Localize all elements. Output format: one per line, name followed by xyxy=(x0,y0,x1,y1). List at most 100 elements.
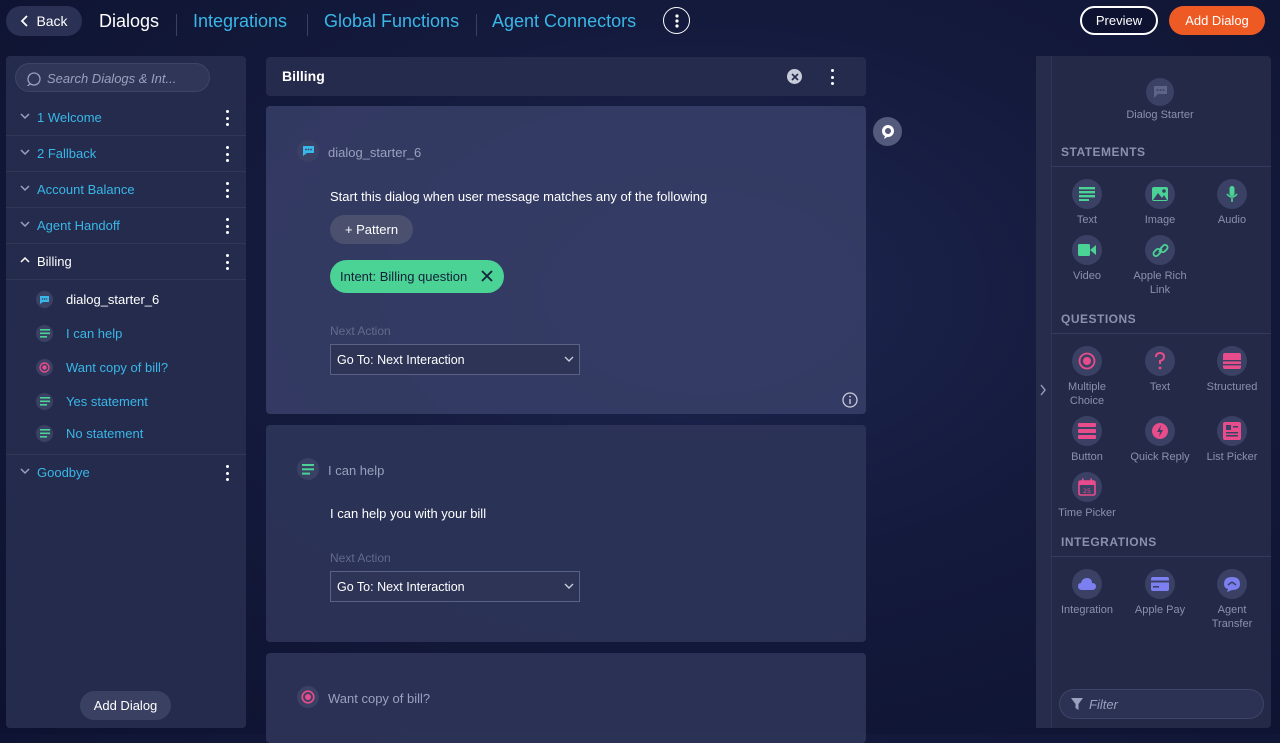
top-bar: Back Dialogs Integrations Global Functio… xyxy=(0,0,1280,42)
dialog-item-account-balance[interactable]: Account Balance xyxy=(6,172,246,208)
palette-label: Time Picker xyxy=(1058,507,1116,519)
palette-quick-reply-question[interactable]: Quick Reply xyxy=(1124,416,1196,464)
interaction-label: No statement xyxy=(66,426,144,441)
chevron-up-icon xyxy=(20,256,30,263)
palette-video-statement[interactable]: Video xyxy=(1051,235,1123,283)
text-statement-icon xyxy=(36,393,53,410)
next-action-select[interactable]: Go To: Next Interaction xyxy=(330,571,580,602)
dialog-menu-button[interactable] xyxy=(221,464,233,482)
search-icon xyxy=(27,72,41,86)
section-title-statements: STATEMENTS xyxy=(1061,145,1146,159)
dialog-item-billing[interactable]: Billing xyxy=(6,244,246,280)
back-button[interactable]: Back xyxy=(6,6,82,36)
next-action-label: Next Action xyxy=(330,551,391,565)
palette-label: Multiple Choice xyxy=(1068,381,1106,407)
cloud-icon xyxy=(1072,569,1102,599)
dialog-label: 1 Welcome xyxy=(37,110,102,125)
dialog-item-fallback[interactable]: 2 Fallback xyxy=(6,136,246,172)
dialog-item-goodbye[interactable]: Goodbye xyxy=(6,454,246,490)
dialog-menu-button[interactable] xyxy=(221,181,233,199)
dialog-kebab-button[interactable] xyxy=(829,69,835,85)
nav-divider xyxy=(307,14,308,36)
section-divider xyxy=(1051,556,1271,557)
palette-apple-pay[interactable]: Apple Pay xyxy=(1124,569,1196,617)
card-message: I can help you with your bill xyxy=(330,506,487,521)
palette-text-statement[interactable]: Text xyxy=(1051,179,1123,227)
multiple-choice-icon xyxy=(36,359,53,376)
text-statement-icon xyxy=(297,458,319,480)
palette-label: Audio xyxy=(1217,214,1247,226)
search-dialogs-input[interactable]: Search Dialogs & Int... xyxy=(15,63,210,92)
palette-label: Button xyxy=(1071,451,1103,463)
interaction-card-want-copy-of-bill[interactable]: Want copy of bill? xyxy=(266,653,866,743)
nav-integrations[interactable]: Integrations xyxy=(193,11,287,32)
palette-dialog-starter[interactable]: Dialog Starter xyxy=(1124,78,1196,122)
palette-agent-transfer[interactable]: Agent Transfer xyxy=(1196,569,1268,631)
palette-image-statement[interactable]: Image xyxy=(1124,179,1196,227)
palette-apple-rich-link[interactable]: Apple Rich Link xyxy=(1124,235,1196,297)
palette-multiple-choice-question[interactable]: Multiple Choice xyxy=(1051,346,1123,408)
dialog-menu-button[interactable] xyxy=(221,253,233,271)
close-icon[interactable] xyxy=(787,69,802,84)
video-icon xyxy=(1072,235,1102,265)
palette-time-picker-question[interactable]: 25 Time Picker xyxy=(1051,472,1123,520)
interaction-card-dialog-starter[interactable]: dialog_starter_6 Start this dialog when … xyxy=(266,106,866,414)
preview-button[interactable]: Preview xyxy=(1080,6,1158,35)
info-icon[interactable] xyxy=(842,392,858,408)
dialog-item-agent-handoff[interactable]: Agent Handoff xyxy=(6,208,246,244)
palette-label: Image xyxy=(1144,214,1176,226)
add-dialog-button[interactable]: Add Dialog xyxy=(1169,6,1265,35)
microphone-icon xyxy=(1217,179,1247,209)
nav-divider xyxy=(476,14,477,36)
intent-chip[interactable]: Intent: Billing question xyxy=(330,260,504,293)
close-icon[interactable] xyxy=(480,269,494,283)
button-icon xyxy=(1072,416,1102,446)
palette-text-question[interactable]: Text xyxy=(1124,346,1196,394)
palette-label: Apple Pay xyxy=(1134,604,1186,616)
search-placeholder: Search Dialogs & Int... xyxy=(47,71,177,86)
nav-agent-connectors[interactable]: Agent Connectors xyxy=(492,11,636,32)
chevron-down-icon xyxy=(20,221,30,228)
link-icon xyxy=(1145,235,1175,265)
section-divider xyxy=(1051,333,1271,334)
nav-global-functions[interactable]: Global Functions xyxy=(324,11,459,32)
chevron-down-icon xyxy=(564,583,574,589)
palette-list-picker-question[interactable]: List Picker xyxy=(1196,416,1268,464)
next-action-select[interactable]: Go To: Next Interaction xyxy=(330,344,580,375)
back-label: Back xyxy=(36,13,68,29)
chevron-right-icon[interactable] xyxy=(1039,384,1047,396)
dialog-label: Agent Handoff xyxy=(37,218,120,233)
palette-integration[interactable]: Integration xyxy=(1051,569,1123,617)
palette-label: Text xyxy=(1149,381,1171,393)
dialog-menu-button[interactable] xyxy=(221,217,233,235)
credit-card-icon xyxy=(1145,569,1175,599)
next-action-label: Next Action xyxy=(330,324,391,338)
interaction-label: Want copy of bill? xyxy=(66,360,169,375)
dialog-sidebar: Search Dialogs & Int... 1 Welcome 2 Fall… xyxy=(6,56,246,728)
palette-audio-statement[interactable]: Audio xyxy=(1196,179,1268,227)
dialog-item-welcome[interactable]: 1 Welcome xyxy=(6,100,246,136)
bot-preview-icon[interactable] xyxy=(873,117,902,146)
interaction-card-i-can-help[interactable]: I can help I can help you with your bill… xyxy=(266,425,866,642)
palette-filter-input[interactable]: Filter xyxy=(1059,689,1264,719)
chevron-left-icon xyxy=(21,15,29,27)
dialog-menu-button[interactable] xyxy=(221,109,233,127)
dialog-header: Billing xyxy=(266,57,866,96)
dialog-menu-button[interactable] xyxy=(221,145,233,163)
multiple-choice-icon xyxy=(1072,346,1102,376)
text-statement-icon xyxy=(36,325,53,342)
interaction-palette: Dialog Starter STATEMENTS Text Image Aud… xyxy=(1036,56,1271,728)
palette-label: Apple Rich Link xyxy=(1133,270,1187,296)
next-action-value: Go To: Next Interaction xyxy=(337,580,465,594)
structured-icon xyxy=(1217,346,1247,376)
more-options-button[interactable] xyxy=(663,7,690,34)
add-pattern-button[interactable]: + Pattern xyxy=(330,215,413,244)
palette-label: Quick Reply xyxy=(1130,451,1190,463)
interaction-label: I can help xyxy=(66,326,123,341)
palette-button-question[interactable]: Button xyxy=(1051,416,1123,464)
calendar-icon: 25 xyxy=(1072,472,1102,502)
add-dialog-sidebar-button[interactable]: Add Dialog xyxy=(80,691,171,720)
chevron-down-icon xyxy=(20,468,30,475)
palette-structured-question[interactable]: Structured xyxy=(1196,346,1268,394)
dialog-label: Goodbye xyxy=(37,465,90,480)
